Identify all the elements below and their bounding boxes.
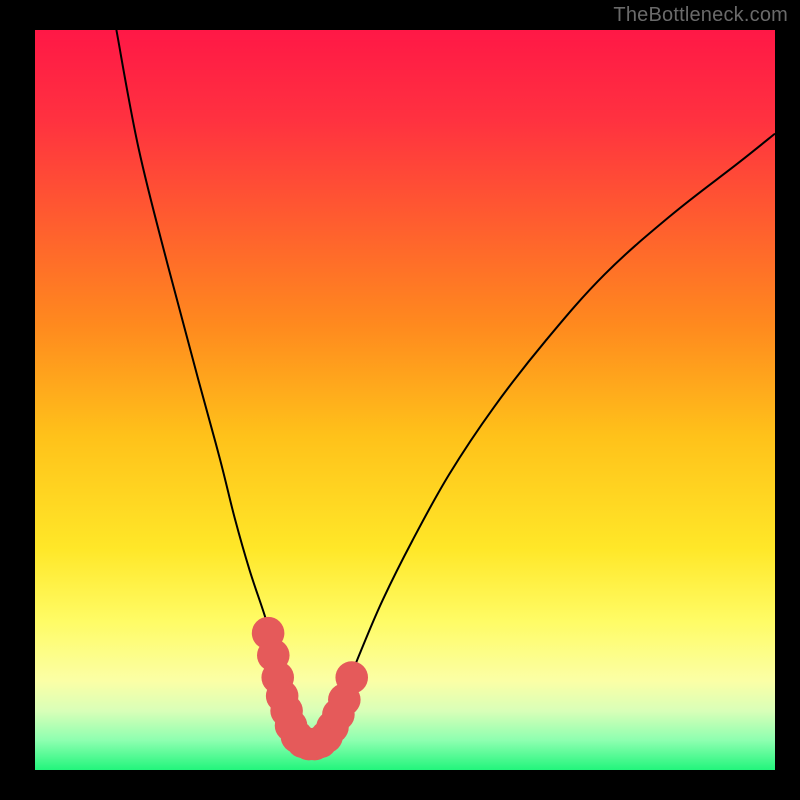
chart-frame: TheBottleneck.com: [0, 0, 800, 800]
plot-area: [35, 30, 775, 770]
chart-svg: [35, 30, 775, 770]
marker-dot: [335, 661, 368, 694]
watermark-text: TheBottleneck.com: [613, 4, 788, 27]
gradient-background: [35, 30, 775, 770]
